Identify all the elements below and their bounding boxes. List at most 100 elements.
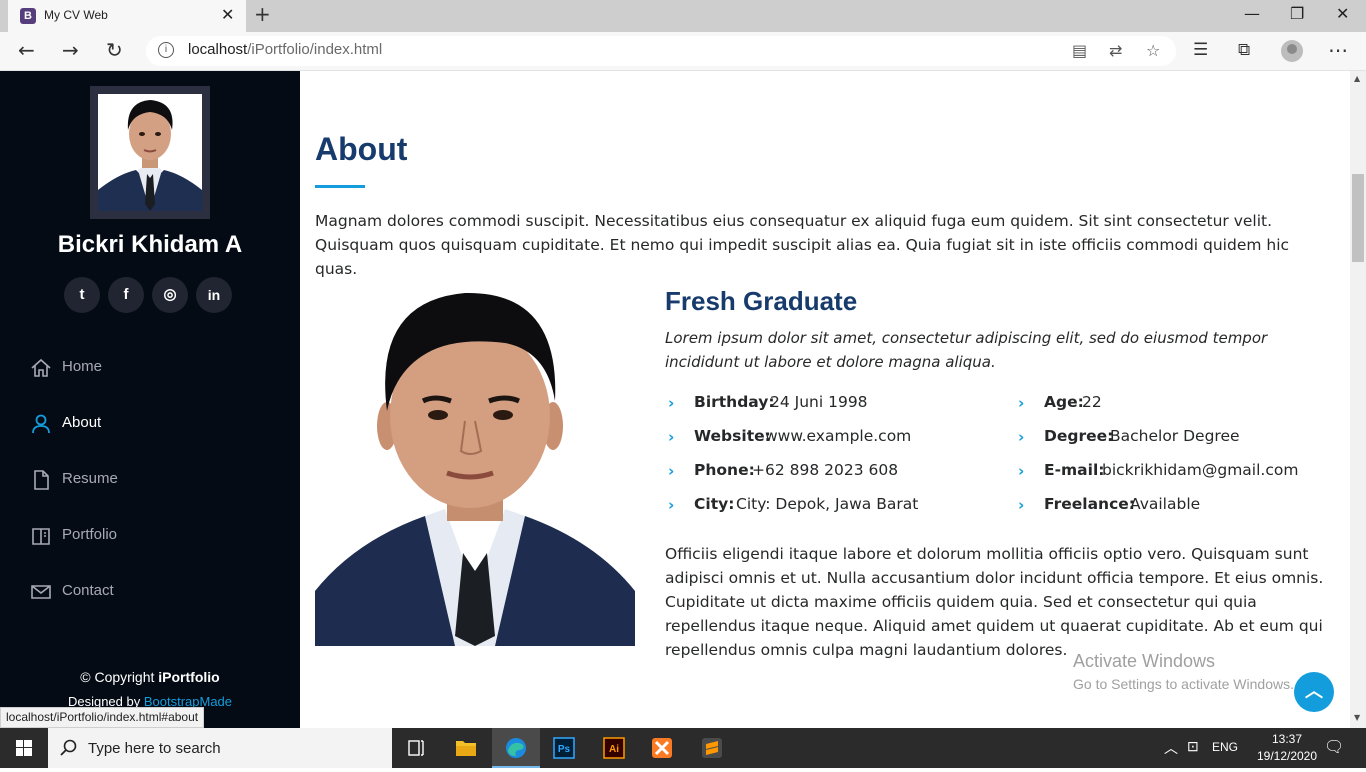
start-button[interactable] xyxy=(0,728,48,768)
about-body: Officiis eligendi itaque labore et dolor… xyxy=(665,545,1324,659)
nav-item-portfolio[interactable]: Portfolio xyxy=(30,518,270,554)
tab-title: My CV Web xyxy=(44,8,108,22)
sublime-text-button[interactable] xyxy=(688,728,736,768)
info-key: Freelance: xyxy=(1044,495,1135,513)
info-key: Age: xyxy=(1044,393,1084,411)
file-explorer-button[interactable] xyxy=(442,728,490,768)
nav-item-resume[interactable]: Resume xyxy=(30,462,270,498)
copyright-prefix: © Copyright xyxy=(80,669,155,685)
nav-item-about[interactable]: About xyxy=(30,406,270,442)
address-bar[interactable]: i localhost/iPortfolio/index.html ▤ ⇄ ☆ xyxy=(146,36,1176,66)
scroll-up-arrow-icon[interactable]: ▲ xyxy=(1354,74,1360,83)
collections-icon[interactable]: ⧉ xyxy=(1238,40,1250,60)
favorite-star-icon[interactable]: ☆ xyxy=(1146,41,1160,60)
nav-label-portfolio: Portfolio xyxy=(62,526,118,543)
file-icon xyxy=(34,470,49,490)
profile-avatar-icon[interactable] xyxy=(1281,40,1303,62)
task-view-button[interactable] xyxy=(392,728,440,768)
info-key: Birthday: xyxy=(694,393,775,411)
copyright-brand: iPortfolio xyxy=(158,669,220,685)
info-key: City: xyxy=(694,495,735,513)
section-title: About xyxy=(315,131,408,167)
info-icon[interactable]: i xyxy=(158,42,174,58)
info-value: 22 xyxy=(1082,393,1102,411)
translate-icon[interactable]: ⇄ xyxy=(1109,41,1122,60)
about-photo xyxy=(315,291,635,646)
linkedin-icon[interactable]: in xyxy=(196,277,232,313)
url-text[interactable]: localhost/iPortfolio/index.html xyxy=(188,41,382,58)
copyright: © Copyright iPortfolio xyxy=(0,669,300,685)
photoshop-button[interactable]: Ps xyxy=(540,728,588,768)
about-intro: Magnam dolores commodi suscipit. Necessi… xyxy=(315,212,1290,278)
forward-icon[interactable]: → xyxy=(62,40,79,60)
nav-item-contact[interactable]: Contact xyxy=(30,574,270,610)
back-icon[interactable]: ← xyxy=(18,40,35,60)
sublime-text-icon xyxy=(702,738,722,758)
more-menu-icon[interactable]: ⋯ xyxy=(1328,40,1348,60)
info-key: Phone: xyxy=(694,461,755,479)
nav-label-resume: Resume xyxy=(62,470,118,487)
nav-label-about: About xyxy=(62,414,102,431)
browser-tab-bar: B My CV Web ✕ + — ❐ ✕ xyxy=(0,0,1366,32)
folder-icon xyxy=(456,741,476,756)
url-host: localhost xyxy=(188,41,248,58)
info-value: bickrikhidam@gmail.com xyxy=(1102,461,1299,479)
illustrator-button[interactable]: Ai xyxy=(590,728,638,768)
taskbar-search-box[interactable]: Type here to search xyxy=(48,728,392,768)
profile-name: Bickri Khidam A xyxy=(57,231,243,258)
edge-browser-button[interactable] xyxy=(492,728,540,768)
windows-logo-icon xyxy=(16,740,32,756)
role-title: Fresh Graduate xyxy=(665,286,858,316)
nav-label-contact: Contact xyxy=(62,582,114,599)
chevron-right-icon: › xyxy=(668,428,675,446)
illustrator-icon: Ai xyxy=(603,737,625,759)
network-icon[interactable]: ⊡ xyxy=(1187,738,1199,755)
back-to-top-button[interactable]: ︿ xyxy=(1294,672,1334,712)
photoshop-icon: Ps xyxy=(553,737,575,759)
scroll-down-arrow-icon[interactable]: ▼ xyxy=(1354,713,1360,722)
xampp-button[interactable] xyxy=(638,728,686,768)
show-hidden-icons-chevron-up-icon[interactable]: ︿ xyxy=(1164,738,1178,758)
read-aloud-icon[interactable]: ▤ xyxy=(1072,41,1087,60)
chevron-right-icon: › xyxy=(668,394,675,412)
info-key: E-mail: xyxy=(1044,461,1105,479)
browser-tab[interactable]: B My CV Web ✕ xyxy=(8,0,246,32)
activate-windows-subtitle: Go to Settings to activate Windows. xyxy=(1073,676,1294,692)
instagram-icon[interactable]: ◎ xyxy=(152,277,188,313)
clock-date[interactable]: 19/12/2020 xyxy=(1250,749,1324,763)
home-icon xyxy=(31,358,51,377)
page-scrollbar[interactable]: ▲ ▼ xyxy=(1350,71,1366,728)
new-tab-icon[interactable]: + xyxy=(254,2,271,26)
edge-icon xyxy=(506,738,526,758)
sidebar: Bickri Khidam A t f ◎ in Home About Resu… xyxy=(0,71,300,728)
url-path: /iPortfolio/index.html xyxy=(247,41,383,58)
profile-photo xyxy=(90,86,210,219)
info-value: City: Depok, Jawa Barat xyxy=(736,495,919,513)
search-icon xyxy=(60,739,77,756)
svg-text:Ai: Ai xyxy=(609,744,619,755)
info-value: Bachelor Degree xyxy=(1110,427,1240,445)
restore-icon[interactable]: ❐ xyxy=(1290,4,1304,23)
nav-item-home[interactable]: Home xyxy=(30,350,270,386)
chevron-right-icon: › xyxy=(1018,462,1025,480)
clock-time[interactable]: 13:37 xyxy=(1262,732,1312,746)
favorites-list-icon[interactable]: ☰ xyxy=(1193,40,1208,60)
twitter-icon[interactable]: t xyxy=(64,277,100,313)
window-close-icon[interactable]: ✕ xyxy=(1336,4,1349,23)
tab-close-icon[interactable]: ✕ xyxy=(221,5,234,24)
notifications-icon[interactable]: 🗨 xyxy=(1324,737,1344,757)
refresh-icon[interactable]: ↻ xyxy=(106,40,123,60)
facebook-icon[interactable]: f xyxy=(108,277,144,313)
search-placeholder: Type here to search xyxy=(88,740,221,757)
title-underline xyxy=(315,185,365,188)
info-key: Website: xyxy=(694,427,771,445)
minimize-icon[interactable]: — xyxy=(1244,4,1260,23)
info-value: +62 898 2023 608 xyxy=(752,461,899,479)
info-key: Degree: xyxy=(1044,427,1114,445)
envelope-icon xyxy=(31,585,51,599)
status-bar-url: localhost/iPortfolio/index.html#about xyxy=(0,707,205,728)
info-value: 24 Juni 1998 xyxy=(770,393,868,411)
activate-windows-title: Activate Windows xyxy=(1073,651,1216,671)
scroll-thumb[interactable] xyxy=(1352,174,1364,262)
language-indicator[interactable]: ENG xyxy=(1212,740,1238,754)
